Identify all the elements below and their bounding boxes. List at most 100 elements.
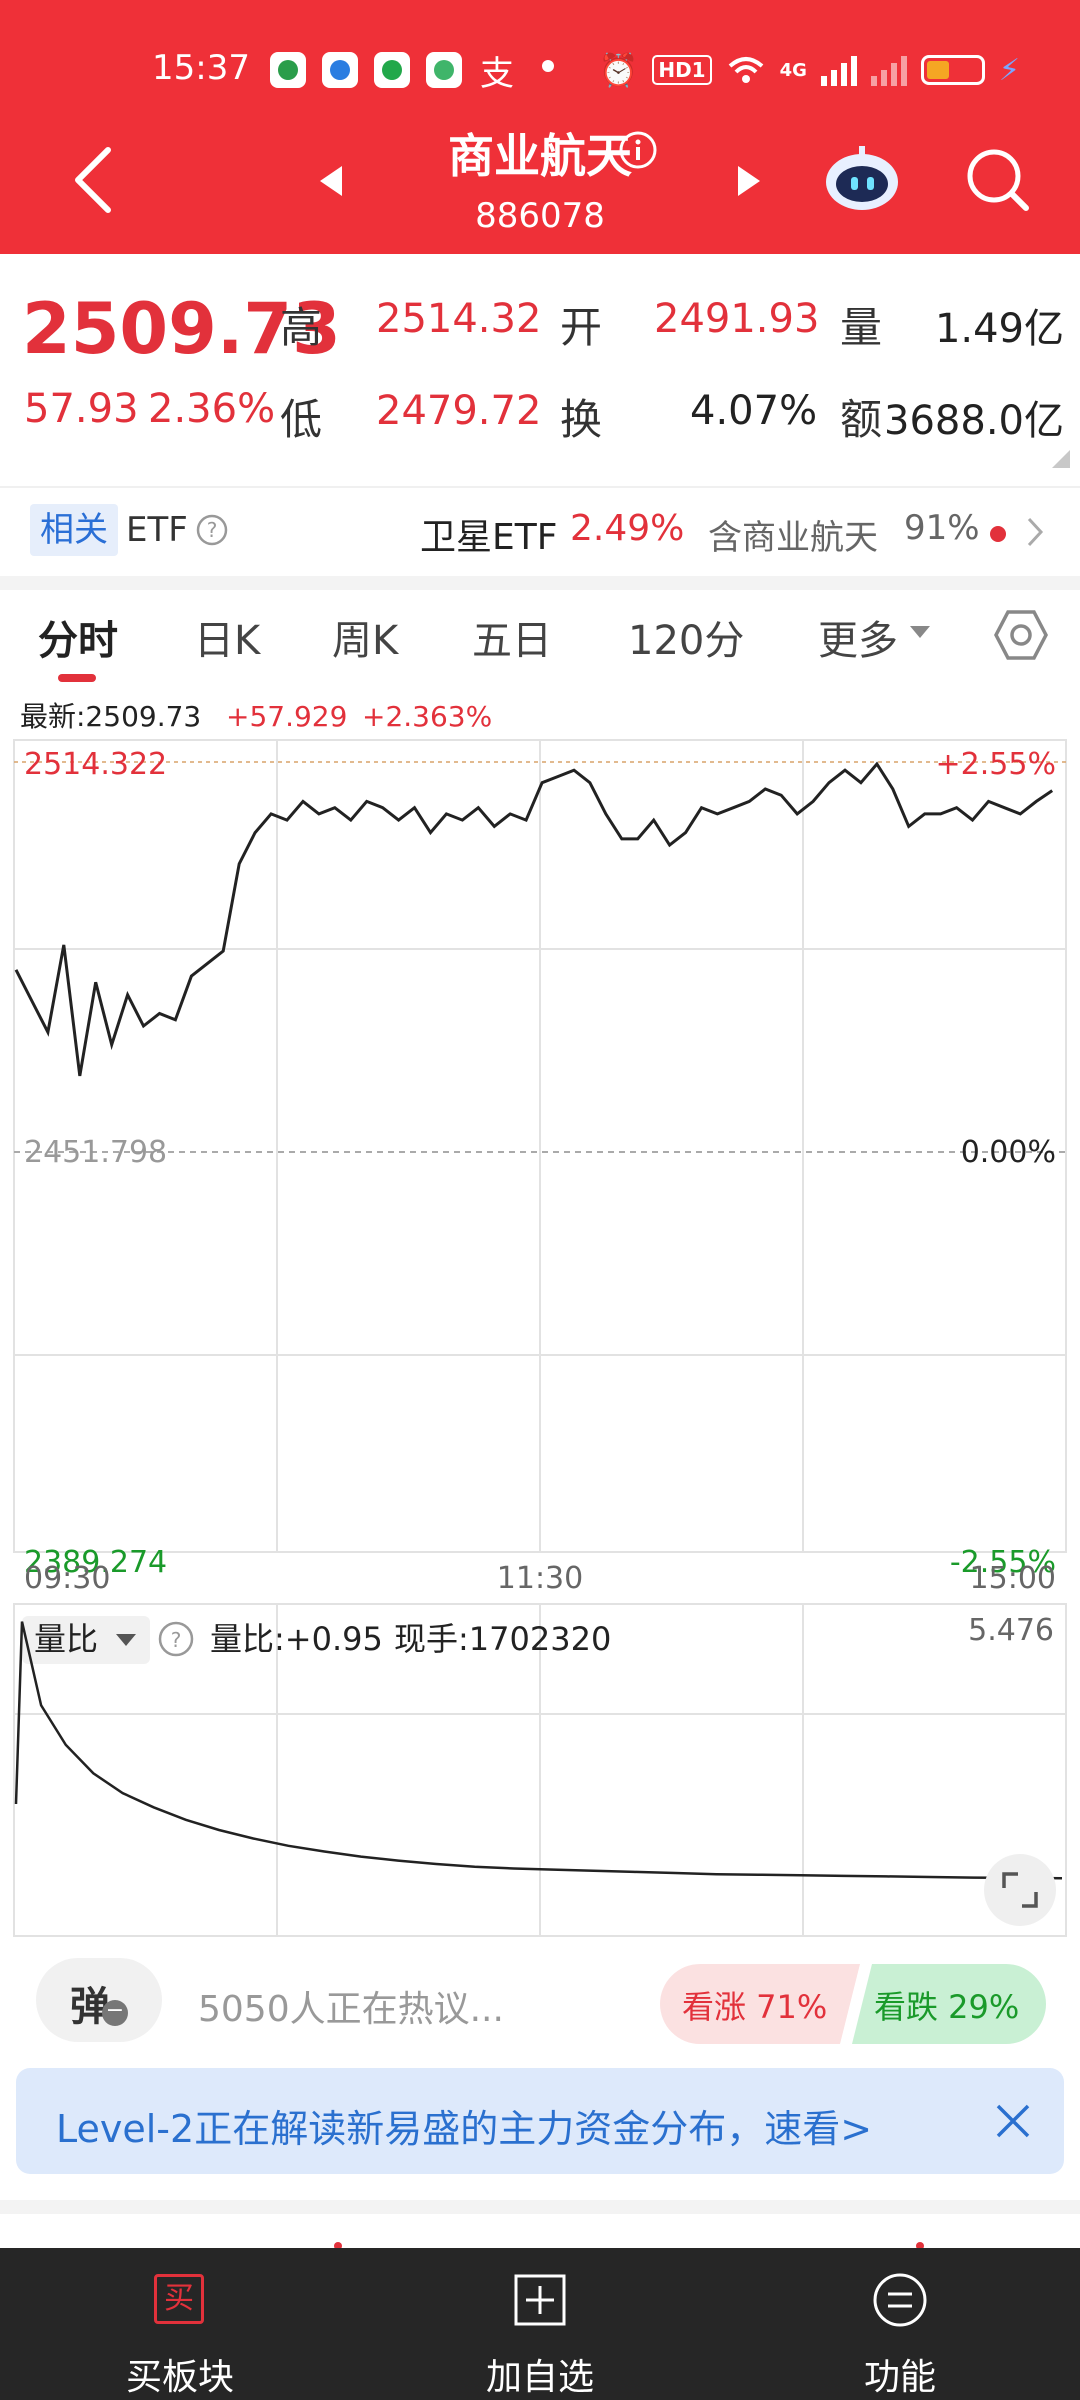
- tab-120min[interactable]: 120分: [628, 608, 744, 666]
- alarm-icon: ⏰: [598, 51, 639, 89]
- related-tag: 相关: [30, 504, 118, 556]
- stock-code: 886078: [475, 196, 605, 236]
- tab-intraday[interactable]: 分时: [38, 608, 118, 666]
- contains-pct: 91%: [904, 508, 980, 548]
- bottom-nav: 买 买板块 加自选 功能: [0, 2248, 1080, 2400]
- latest-label: 最新:2509.73: [20, 700, 201, 733]
- discussion-text[interactable]: 5050人正在热议...: [198, 1980, 504, 2032]
- wifi-icon: [728, 57, 763, 83]
- robot-assistant-icon[interactable]: [822, 144, 902, 214]
- latest-change: +57.929: [226, 700, 347, 733]
- status-icons: ⏰ HD1 4G ⚡: [599, 48, 1021, 92]
- y-tick-label: 2514.322: [24, 747, 167, 782]
- functions-label: 功能: [863, 2357, 936, 2398]
- add-watchlist-button[interactable]: 加自选: [360, 2248, 720, 2400]
- music-app-icon: [374, 52, 410, 88]
- bullet-comment-button[interactable]: 弹 −: [36, 1958, 162, 2042]
- settings-icon[interactable]: [994, 608, 1048, 662]
- etf-label: ETF: [126, 510, 188, 550]
- x-tick-label: 09:30: [24, 1561, 110, 1596]
- home-app-icon: [270, 52, 306, 88]
- search-icon[interactable]: [964, 146, 1032, 214]
- active-tab-indicator: [58, 674, 96, 682]
- high-value: 2514.32: [376, 296, 542, 342]
- current-hand-text: 现手:1702320: [394, 1620, 611, 1658]
- network-type: 4G: [779, 59, 807, 81]
- intraday-chart[interactable]: 最新:2509.73 +57.929 +2.363% 2514.322 +2.55…: [0, 690, 1080, 1950]
- level2-banner[interactable]: Level-2正在解读新易盛的主力资金分布，速看>: [16, 2068, 1064, 2174]
- volume-label: 量: [840, 303, 883, 352]
- x-tick-label: 11:30: [497, 1561, 583, 1596]
- section-gap-bottom: [0, 2200, 1080, 2214]
- turnover-value: 4.07%: [690, 388, 818, 434]
- tab-more[interactable]: 更多: [818, 608, 898, 666]
- battery-icon: [920, 55, 985, 85]
- expand-corner-icon[interactable]: [1052, 450, 1070, 468]
- status-time: 15:37: [152, 48, 250, 88]
- indicator-selector-label: 量比: [34, 1620, 98, 1658]
- browser-app-icon: [322, 52, 358, 88]
- info-icon[interactable]: [618, 130, 658, 170]
- amount-label: 额: [840, 395, 883, 444]
- fund-name[interactable]: 卫星ETF: [420, 508, 557, 560]
- alipay-icon: 支: [480, 54, 514, 94]
- add-watchlist-label: 加自选: [485, 2357, 594, 2398]
- latest-change-pct: +2.363%: [362, 700, 492, 733]
- price-change: 57.93: [24, 386, 139, 432]
- fund-change-pct: 2.49%: [570, 508, 685, 549]
- y-tick-pct-label: +2.55%: [936, 747, 1056, 782]
- buy-sector-button[interactable]: 买 买板块: [0, 2248, 360, 2400]
- page-title: 商业航天: [448, 129, 632, 183]
- fullscreen-icon[interactable]: [984, 1854, 1056, 1926]
- hd-icon: HD1: [652, 55, 712, 85]
- status-bar: 15:37 支 ⏰ HD1 4G ⚡: [0, 40, 1080, 100]
- svg-text:?: ?: [171, 1628, 182, 1652]
- red-dot-icon: [990, 526, 1006, 542]
- buy-icon: 买: [154, 2274, 204, 2324]
- functions-button[interactable]: 功能: [720, 2248, 1080, 2400]
- notification-dot-icon: [542, 60, 554, 72]
- volume-ratio-text: 量比:+0.95: [210, 1620, 383, 1658]
- chart-grid: [13, 739, 1067, 1937]
- volume-max-label: 5.476: [968, 1613, 1054, 1648]
- tab-five-day[interactable]: 五日: [472, 608, 552, 666]
- finance-app-icon: [426, 52, 462, 88]
- y-tick-label: 2451.798: [24, 1135, 167, 1170]
- help-icon[interactable]: ?: [196, 514, 228, 546]
- tab-daily-k[interactable]: 日K: [194, 608, 260, 666]
- price-line: [14, 761, 1054, 1077]
- add-icon: [514, 2274, 566, 2326]
- indicator-help-icon[interactable]: ?: [158, 1621, 194, 1657]
- divider: [0, 486, 1080, 488]
- banner-text[interactable]: Level-2正在解读新易盛的主力资金分布，速看>: [56, 2098, 872, 2153]
- y-tick-pct-label: 0.00%: [961, 1135, 1056, 1170]
- menu-icon: [873, 2273, 927, 2327]
- charging-icon: ⚡: [998, 52, 1020, 88]
- chevron-right-icon[interactable]: [1026, 516, 1044, 548]
- bullet-comment-label: 弹: [70, 1984, 110, 2030]
- amount-value: 3688.0亿: [884, 398, 1064, 444]
- bearish-label[interactable]: 看跌 29%: [874, 1982, 1019, 2028]
- tab-weekly-k[interactable]: 周K: [332, 608, 398, 666]
- buy-sector-label: 买板块: [125, 2357, 234, 2398]
- dropdown-triangle-icon[interactable]: [908, 624, 932, 640]
- volume-value: 1.49亿: [934, 306, 1064, 352]
- low-label: 低: [280, 395, 323, 444]
- header-bar: 15:37 支 ⏰ HD1 4G ⚡ 商业航天 886078: [0, 0, 1080, 254]
- bullish-label[interactable]: 看涨 71%: [682, 1982, 827, 2028]
- x-tick-label: 15:00: [970, 1561, 1056, 1596]
- high-label: 高: [280, 303, 323, 352]
- section-gap: [0, 576, 1080, 590]
- next-stock-icon[interactable]: [736, 164, 762, 198]
- svg-text:?: ?: [207, 518, 218, 542]
- signal-icon: [820, 56, 857, 86]
- open-value: 2491.93: [654, 296, 820, 342]
- low-value: 2479.72: [376, 388, 542, 434]
- close-icon[interactable]: [994, 2102, 1032, 2140]
- price-change-pct: 2.36%: [148, 386, 276, 432]
- signal-2-icon: [870, 56, 907, 86]
- turnover-label: 换: [560, 395, 603, 444]
- open-label: 开: [560, 303, 603, 352]
- contains-label: 含商业航天: [708, 518, 878, 558]
- minus-icon: −: [102, 2000, 128, 2026]
